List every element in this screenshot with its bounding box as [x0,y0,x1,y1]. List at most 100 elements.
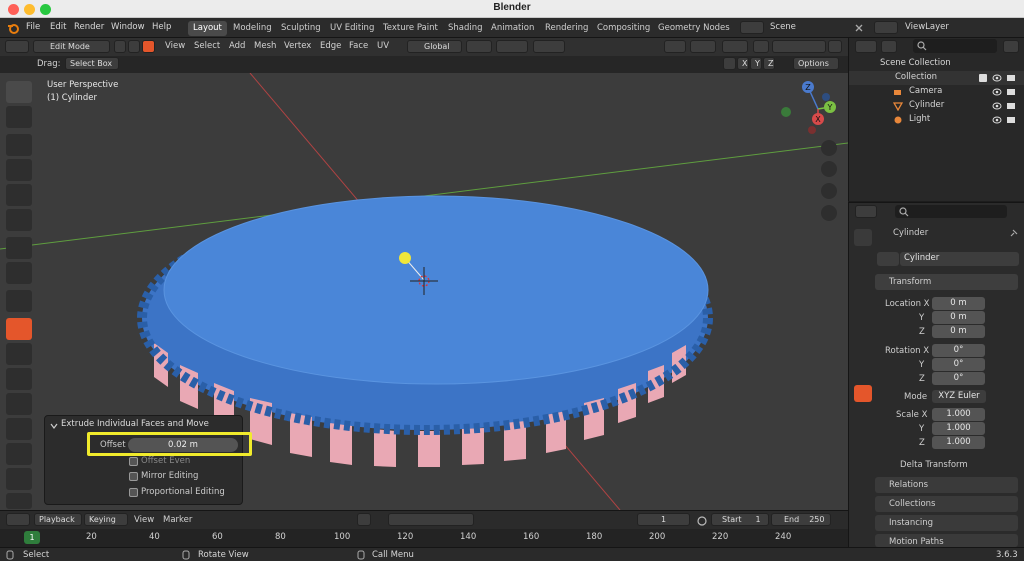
visibility-button[interactable] [664,40,686,53]
view-layer-selector-button[interactable] [874,21,898,34]
gizmo-toggle-button[interactable] [690,40,716,53]
object-properties-tab[interactable] [854,385,872,402]
drag-select-box[interactable]: Select Box [65,57,119,70]
rotate-tool[interactable] [6,159,32,181]
eye-icon[interactable] [992,88,1002,96]
navigation-gizmo[interactable]: Z Y X [781,81,836,134]
scale-y-field[interactable]: 1.000 [932,422,985,435]
operator-panel[interactable]: Extrude Individual Faces and Move Offset… [44,415,243,505]
camera-render-icon[interactable] [1006,73,1016,82]
location-z-field[interactable]: 0 m [932,325,985,338]
move-tool[interactable] [6,134,32,156]
camera-render-icon[interactable] [1006,87,1016,96]
options-button[interactable]: Options [793,57,839,70]
annotate-tool[interactable] [6,237,32,259]
vertex-select-mode-button[interactable] [114,40,126,53]
rotation-x-field[interactable]: 0° [932,344,985,357]
object-name-field[interactable]: Cylinder [900,252,1019,266]
eye-icon[interactable] [992,116,1002,124]
instancing-panel-header[interactable]: Instancing [875,515,1018,531]
overlay-toggle-button[interactable] [722,40,748,53]
close-scene-icon[interactable] [854,23,864,33]
outliner-filter-button[interactable] [1003,40,1019,53]
collection-row[interactable]: Collection [849,71,1024,85]
output-properties-tab[interactable] [854,275,872,292]
stopwatch-icon[interactable] [696,514,708,526]
material-properties-tab[interactable] [854,505,872,522]
scene-name[interactable]: Scene [770,22,796,32]
vp-menu-view[interactable]: View [165,41,185,51]
vp-menu-face[interactable]: Face [349,41,368,51]
shading-options-button[interactable] [828,40,842,53]
tab-animation[interactable]: Animation [486,21,539,36]
mirror-y-button[interactable]: Y [750,57,762,70]
rotation-y-field[interactable]: 0° [932,358,985,371]
light-object[interactable] [399,252,411,264]
select-box-tool[interactable] [6,81,32,103]
timeline-marker-menu[interactable]: Marker [163,515,192,525]
scale-x-field[interactable]: 1.000 [932,408,985,421]
measure-tool[interactable] [6,262,32,284]
scale-tool[interactable] [6,184,32,206]
mirror-x-button[interactable]: X [737,57,749,70]
eye-icon[interactable] [992,74,1002,82]
extrude-region-tool[interactable] [6,318,32,340]
proportional-editing-checkbox[interactable] [129,488,138,497]
editor-type-button[interactable] [5,40,29,53]
scale-z-field[interactable]: 1.000 [932,436,985,449]
mirror-editing-checkbox[interactable] [129,472,138,481]
outliner-display-mode-button[interactable] [881,40,897,53]
current-frame-marker[interactable]: 1 [24,531,40,544]
modifier-properties-tab[interactable] [854,405,872,422]
collections-panel-header[interactable]: Collections [875,496,1018,512]
loop-cut-tool[interactable] [6,393,32,415]
rotation-z-field[interactable]: 0° [932,372,985,385]
pin-icon[interactable] [1009,228,1019,238]
tab-texture-paint[interactable]: Texture Paint [378,21,443,36]
playback-menu[interactable]: Playback [34,513,82,526]
spin-tool[interactable] [6,468,32,490]
constraint-properties-tab[interactable] [854,465,872,482]
outliner-item-light[interactable]: Light [849,113,1024,127]
mirror-toggle-button[interactable] [723,57,736,70]
menu-help[interactable]: Help [152,22,171,32]
physics-properties-tab[interactable] [854,445,872,462]
particle-properties-tab[interactable] [854,425,872,442]
delta-transform-subpanel[interactable]: Delta Transform [900,460,968,470]
offset-even-checkbox[interactable] [129,457,138,466]
scene-properties-tab[interactable] [854,315,872,332]
pivot-point-button[interactable] [466,40,492,53]
object-data-browse-button[interactable] [877,252,899,266]
mirror-z-button[interactable]: Z [763,57,775,70]
smooth-tool[interactable] [6,493,32,509]
cylinder-top-face[interactable] [163,195,709,385]
vp-menu-edge[interactable]: Edge [320,41,341,51]
outliner-item-camera[interactable]: Camera [849,85,1024,99]
menu-render[interactable]: Render [74,22,104,32]
world-properties-tab[interactable] [854,335,872,352]
menu-window[interactable]: Window [111,22,145,32]
transform-tool[interactable] [6,209,32,231]
snap-button[interactable] [496,40,528,53]
relations-panel-header[interactable]: Relations [875,477,1018,493]
vp-menu-mesh[interactable]: Mesh [254,41,276,51]
vp-menu-vertex[interactable]: Vertex [284,41,311,51]
face-select-mode-button[interactable] [142,40,155,53]
scene-collection-row[interactable]: Scene Collection [849,57,1024,71]
mode-select[interactable]: Edit Mode [33,40,110,53]
vp-menu-add[interactable]: Add [229,41,245,51]
end-frame-field[interactable]: End 250 [771,513,831,526]
timeline-view-menu[interactable]: View [134,515,154,525]
start-frame-field[interactable]: Start 1 [711,513,769,526]
menu-file[interactable]: File [26,22,40,32]
proportional-editing-button[interactable] [533,40,565,53]
knife-tool[interactable] [6,418,32,440]
properties-editor-type-button[interactable] [855,205,877,218]
tool-properties-tab[interactable] [854,229,872,246]
render-properties-tab[interactable] [854,255,872,272]
xray-toggle-button[interactable] [753,40,769,53]
bevel-tool[interactable] [6,368,32,390]
data-properties-tab[interactable] [854,485,872,502]
menu-edit[interactable]: Edit [50,22,66,32]
keying-menu[interactable]: Keying [84,513,128,526]
